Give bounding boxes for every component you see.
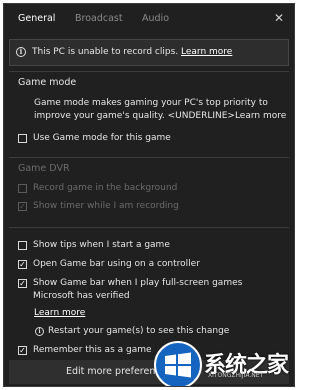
game-bar-settings-window: General Broadcast Audio ✕ i This PC is u… (3, 3, 295, 387)
banner-learn-more-link[interactable]: Learn more (181, 47, 232, 57)
divider (9, 71, 289, 72)
show-timer-label: Show timer while I am recording (33, 201, 179, 211)
windows-logo-icon (154, 341, 202, 386)
show-fullscreen-label: Show Game bar when I play full-screen ga… (33, 278, 243, 301)
remember-game-label: Remember this as a game (33, 345, 152, 355)
settings-tabs: General Broadcast Audio ✕ (4, 4, 294, 36)
checkbox-box[interactable] (18, 134, 27, 143)
checkmark-icon: ✓ (18, 202, 27, 211)
game-dvr-title: Game DVR (18, 163, 70, 174)
record-background-label: Record game in the background (33, 183, 178, 193)
checkbox-box[interactable] (18, 241, 27, 250)
banner-text: This PC is unable to record clips. Learn… (32, 47, 232, 57)
game-mode-title: Game mode (18, 77, 77, 88)
record-warning-banner: i This PC is unable to record clips. Lea… (9, 39, 289, 66)
watermark: 系统之家 XITONGZHIJIA.NET (152, 339, 294, 386)
tab-audio[interactable]: Audio (142, 13, 169, 24)
checkmark-icon[interactable]: ✓ (18, 346, 27, 355)
restart-text: Restart your game(s) to see this change (48, 326, 230, 336)
info-icon: i (35, 327, 44, 336)
show-tips-label: Show tips when I start a game (33, 240, 170, 250)
close-icon[interactable]: ✕ (274, 11, 284, 25)
watermark-subtext: XITONGZHIJIA.NET (208, 372, 264, 379)
divider (9, 227, 289, 228)
divider (9, 157, 289, 158)
info-icon: i (16, 47, 26, 57)
banner-message: This PC is unable to record clips. (32, 47, 179, 57)
open-game-bar-label: Open Game bar using on a controller (33, 259, 200, 269)
tab-broadcast[interactable]: Broadcast (75, 13, 123, 24)
checkmark-icon[interactable]: ✓ (18, 279, 27, 288)
game-mode-description: Game mode makes gaming your PC's top pri… (34, 98, 287, 121)
checkbox-box (18, 184, 27, 193)
learn-more-link[interactable]: Learn more (34, 308, 85, 318)
use-game-mode-label: Use Game mode for this game (33, 133, 171, 143)
checkmark-icon[interactable]: ✓ (18, 260, 27, 269)
tab-general[interactable]: General (18, 13, 55, 24)
